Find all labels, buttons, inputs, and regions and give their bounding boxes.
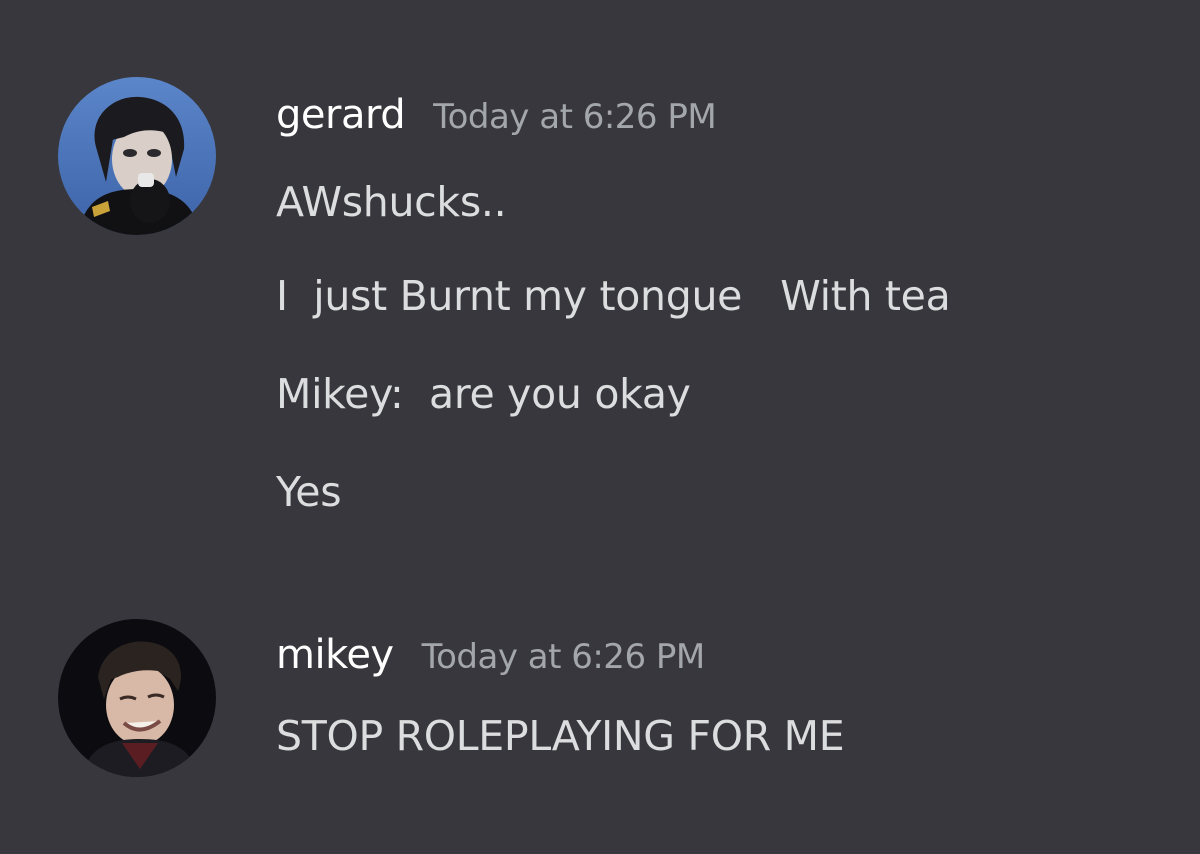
username[interactable]: gerard [276,92,406,138]
message-header: mikey Today at 6:26 PM [276,632,705,678]
timestamp[interactable]: Today at 6:26 PM [422,637,706,677]
message-text: Yes [276,468,342,516]
timestamp[interactable]: Today at 6:26 PM [433,97,717,137]
avatar-mikey[interactable] [58,619,216,777]
avatar-gerard[interactable] [58,77,216,235]
avatar-gerard-image [58,77,216,235]
message-text: I just Burnt my tongue With tea [276,272,951,320]
message-text: AWshucks.. [276,178,507,226]
username[interactable]: mikey [276,632,394,678]
message-text: STOP ROLEPLAYING FOR ME [276,712,845,760]
avatar-mikey-image [58,619,216,777]
chat-view: gerard Today at 6:26 PM AWshucks.. I just… [0,0,1200,854]
message-text: Mikey: are you okay [276,370,691,418]
message-header: gerard Today at 6:26 PM [276,92,717,138]
